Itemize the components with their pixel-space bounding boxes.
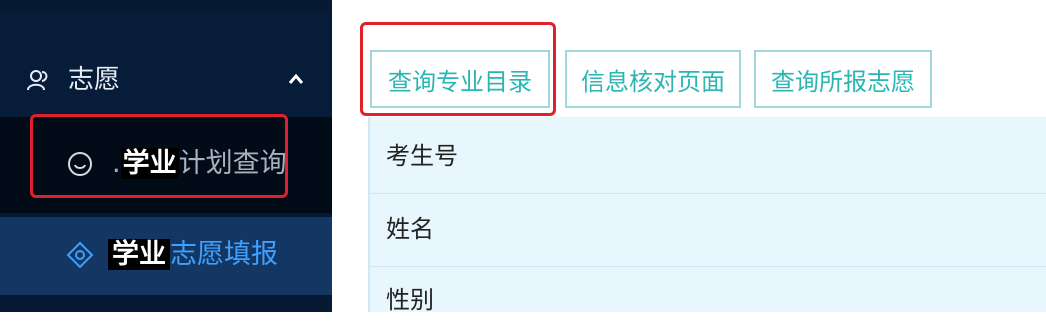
field-label-gender: 性别: [386, 286, 434, 314]
student-info-form: 考生号 姓名 性别: [368, 117, 1046, 314]
form-row: 姓名: [370, 194, 1046, 267]
eye-circle-icon: [66, 241, 94, 269]
sidebar: 志愿 .学业计划查询 学业 志愿填报: [0, 0, 332, 312]
tab-query-major-catalog[interactable]: 查询专业目录: [370, 50, 550, 108]
user-group-icon: [27, 70, 48, 91]
tab-query-applications[interactable]: 查询所报志愿: [754, 50, 932, 108]
chevron-up-icon[interactable]: [288, 72, 304, 86]
sidebar-item-prefix: .: [112, 148, 121, 179]
smile-icon: [68, 152, 92, 176]
form-row: 考生号: [370, 117, 1046, 194]
sidebar-item-label: 学业 志愿填报: [108, 238, 278, 272]
sidebar-item-highlight: 学业: [120, 148, 179, 179]
form-row: 性别: [370, 267, 1046, 314]
sidebar-item-highlight: 学业: [108, 239, 170, 270]
sidebar-item-label: .学业计划查询: [112, 147, 287, 181]
sidebar-group-label: 志愿: [68, 65, 121, 95]
field-label-name: 姓名: [386, 215, 434, 243]
sidebar-item-plan-query[interactable]: .学业计划查询: [0, 117, 332, 213]
field-label-exam-number: 考生号: [386, 142, 458, 170]
sidebar-item-text: 志愿填报: [170, 239, 278, 270]
sidebar-item-text: 计划查询: [178, 148, 287, 179]
tab-info-check[interactable]: 信息核对页面: [565, 50, 741, 108]
sidebar-item-application-fill[interactable]: 学业 志愿填报: [0, 217, 332, 295]
sidebar-group-header[interactable]: 志愿: [0, 12, 332, 116]
